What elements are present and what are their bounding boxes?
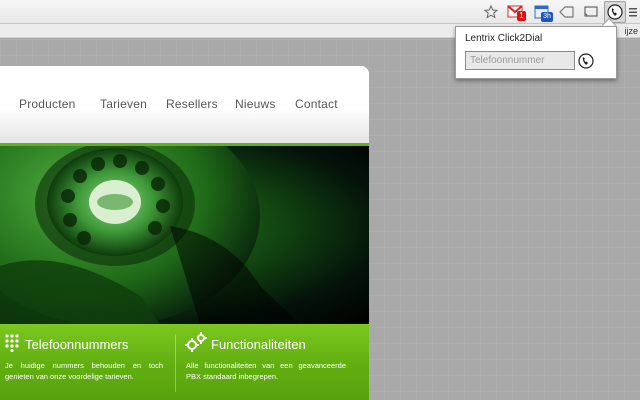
tag-icon[interactable] [558,3,576,21]
gmail-badge: 1 [517,11,526,21]
nav-item-tarieven[interactable]: Tarieven [100,97,147,111]
features-band: Telefoonnummers Je huidige nummers behou… [0,324,369,400]
nav-item-producten[interactable]: Producten [19,97,76,111]
nav-item-nieuws[interactable]: Nieuws [235,97,276,111]
nav-item-resellers[interactable]: Resellers [166,97,218,111]
gears-icon [185,332,207,357]
menu-icon[interactable] [628,3,638,21]
feature-text: Alle functionaliteiten van een geavancee… [186,361,346,381]
phone-number-input[interactable] [465,51,575,70]
feature-title: Telefoonnummers [25,337,129,352]
feature-functionaliteiten: Functionaliteiten Alle functionaliteiten… [176,324,369,400]
rotary-phone-image [0,146,300,324]
bookmark-item[interactable]: ijze [624,24,640,38]
nav-item-contact[interactable]: Contact [295,97,338,111]
browser-toolbar: 1 3h [0,0,640,24]
feature-title: Functionaliteiten [211,337,306,352]
feature-telefoonnummers: Telefoonnummers Je huidige nummers behou… [0,324,175,400]
site-navigation: Producten Tarieven Resellers Nieuws Cont… [0,66,369,143]
popup-title: Lentrix Click2Dial [465,33,543,44]
feature-text: Je huidige nummers behouden en toch geni… [5,361,163,381]
cast-icon[interactable] [582,3,600,21]
click2dial-popup: Lentrix Click2Dial [455,26,617,79]
website-panel: Producten Tarieven Resellers Nieuws Cont… [0,66,369,400]
hero-image [0,146,369,324]
calendar-badge: 3h [541,12,553,22]
call-icon[interactable] [578,53,594,69]
keypad-icon [5,334,19,357]
star-icon[interactable] [482,3,500,21]
